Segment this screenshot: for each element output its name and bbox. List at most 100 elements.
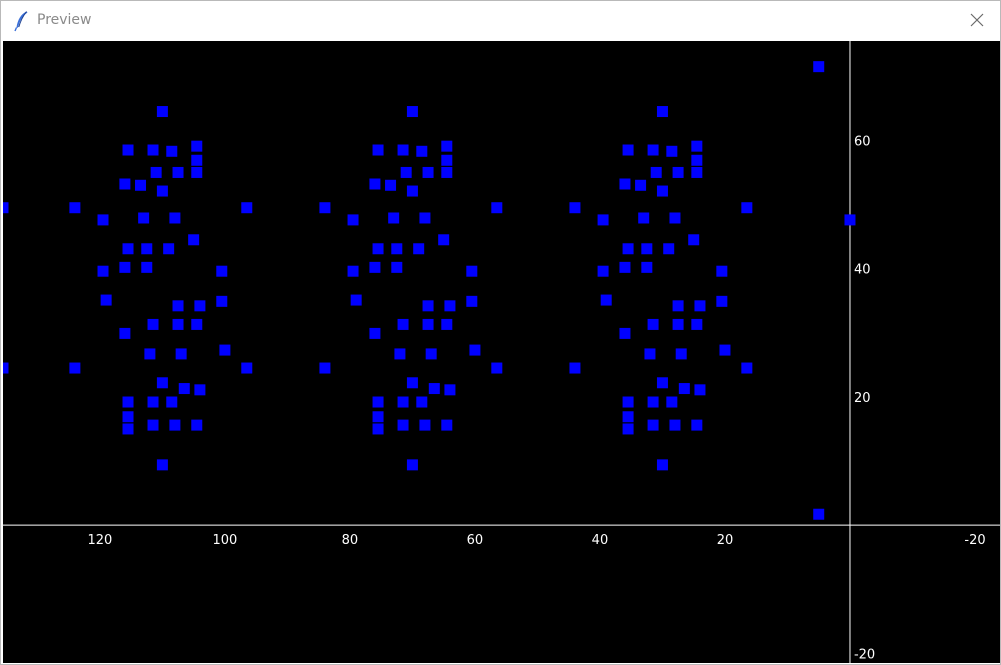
data-point	[416, 396, 428, 408]
data-point	[122, 396, 134, 408]
close-icon	[970, 12, 984, 31]
data-point	[119, 327, 131, 339]
x-tick-label: 20	[717, 533, 734, 548]
data-point	[372, 144, 384, 156]
data-point	[166, 396, 178, 408]
data-point	[672, 166, 684, 178]
data-point	[691, 140, 703, 152]
data-point	[141, 261, 153, 273]
data-point	[147, 396, 159, 408]
data-point	[675, 348, 687, 360]
data-point	[656, 377, 668, 389]
data-point	[319, 202, 331, 214]
data-point	[597, 265, 609, 277]
data-point	[406, 185, 418, 197]
data-point	[119, 261, 131, 273]
data-point	[188, 234, 200, 246]
data-point	[216, 295, 228, 307]
data-point	[391, 261, 403, 273]
data-point	[650, 166, 662, 178]
data-point	[122, 411, 134, 423]
data-point	[97, 265, 109, 277]
data-point	[600, 294, 612, 306]
x-tick-label: -20	[964, 533, 985, 548]
data-point	[694, 300, 706, 312]
data-point	[663, 243, 675, 255]
data-point	[194, 300, 206, 312]
data-point	[641, 243, 653, 255]
data-point	[372, 423, 384, 435]
data-point	[122, 423, 134, 435]
data-point	[741, 202, 753, 214]
data-point	[3, 202, 9, 214]
data-point	[422, 166, 434, 178]
data-point	[69, 202, 81, 214]
data-point	[444, 384, 456, 396]
data-point	[694, 384, 706, 396]
data-point	[194, 384, 206, 396]
data-point	[406, 106, 418, 118]
data-point	[391, 243, 403, 255]
data-point	[169, 419, 181, 431]
x-tick-label: 100	[212, 533, 237, 548]
data-point	[622, 144, 634, 156]
x-tick-label: 40	[592, 533, 609, 548]
data-point	[144, 348, 156, 360]
data-point	[122, 243, 134, 255]
data-point	[319, 362, 331, 374]
data-point	[444, 300, 456, 312]
data-point	[641, 261, 653, 273]
data-point	[219, 344, 231, 356]
data-point	[163, 243, 175, 255]
data-point	[688, 234, 700, 246]
data-point	[441, 154, 453, 166]
data-point	[656, 459, 668, 471]
data-point	[397, 318, 409, 330]
data-point	[369, 327, 381, 339]
data-point	[369, 178, 381, 190]
data-point	[141, 243, 153, 255]
preview-window: Preview 120 100 80 60 40 20 -20 60 40 20 -20	[0, 0, 1001, 665]
data-point	[369, 261, 381, 273]
y-tick-label: 60	[854, 134, 871, 149]
data-point	[147, 318, 159, 330]
x-tick-label: 60	[467, 533, 484, 548]
data-point	[394, 348, 406, 360]
x-tick-label: 120	[87, 533, 112, 548]
data-point	[716, 295, 728, 307]
data-point	[469, 344, 481, 356]
data-point	[3, 362, 9, 374]
data-point	[385, 179, 397, 191]
data-point	[619, 327, 631, 339]
title-bar[interactable]: Preview	[1, 1, 1000, 41]
data-point	[678, 383, 690, 395]
data-point	[156, 377, 168, 389]
y-tick-label: 20	[854, 391, 871, 406]
data-point	[666, 396, 678, 408]
preview-canvas[interactable]: 120 100 80 60 40 20 -20 60 40 20 -20	[3, 41, 1000, 663]
data-point	[691, 419, 703, 431]
data-point	[466, 295, 478, 307]
data-point	[372, 411, 384, 423]
data-point	[406, 459, 418, 471]
data-point	[350, 294, 362, 306]
data-point	[397, 419, 409, 431]
data-point	[647, 318, 659, 330]
data-point	[741, 362, 753, 374]
data-point	[138, 212, 150, 224]
data-point	[719, 344, 731, 356]
data-point	[438, 234, 450, 246]
data-point	[428, 383, 440, 395]
data-point	[166, 145, 178, 157]
data-point	[647, 419, 659, 431]
close-button[interactable]	[954, 1, 1000, 41]
data-point	[716, 265, 728, 277]
x-tick-label: 80	[342, 533, 359, 548]
data-point	[372, 396, 384, 408]
data-point	[156, 459, 168, 471]
data-point	[413, 243, 425, 255]
data-point	[397, 144, 409, 156]
feather-icon	[12, 10, 30, 32]
data-point	[622, 411, 634, 423]
data-point	[150, 166, 162, 178]
